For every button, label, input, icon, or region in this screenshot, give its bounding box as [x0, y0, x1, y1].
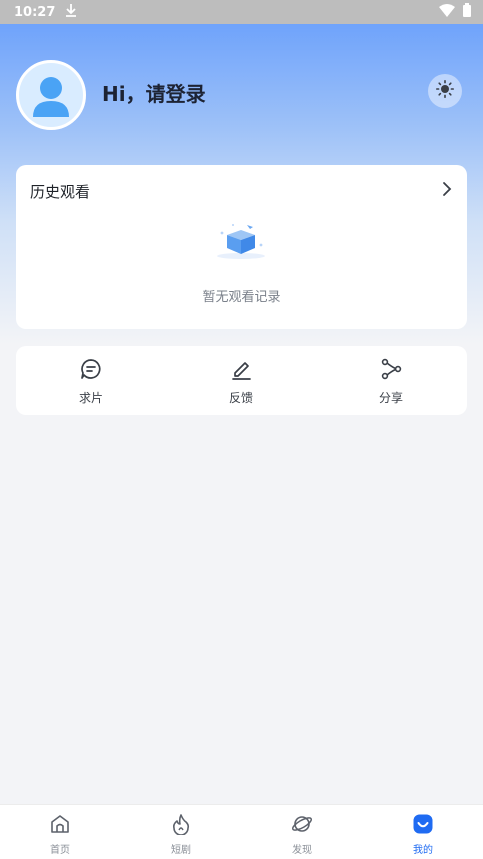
- status-time: 10:27: [14, 4, 56, 20]
- history-title[interactable]: 历史观看: [30, 181, 90, 202]
- tab-mine-label: 我的: [413, 845, 433, 856]
- battery-icon: [463, 3, 471, 21]
- sun-icon: [436, 80, 455, 102]
- bottom-tab-bar: 首页 短剧 发现 我的: [0, 804, 483, 859]
- home-icon: [49, 813, 71, 839]
- tab-mine[interactable]: 我的: [393, 813, 453, 856]
- profile-smile-icon: [412, 813, 434, 839]
- wifi-icon: [439, 3, 455, 21]
- share-button[interactable]: 分享: [351, 358, 431, 406]
- tab-discover[interactable]: 发现: [272, 813, 332, 856]
- tab-short-drama-label: 短剧: [171, 845, 191, 856]
- request-movie-button[interactable]: 求片: [51, 358, 131, 406]
- user-avatar-icon[interactable]: [16, 60, 86, 130]
- chat-request-icon: [80, 358, 102, 384]
- share-icon: [380, 358, 402, 384]
- feedback-label: 反馈: [228, 391, 253, 405]
- tab-short-drama[interactable]: 短剧: [151, 813, 211, 856]
- share-label: 分享: [378, 391, 403, 405]
- request-movie-label: 求片: [78, 391, 103, 405]
- login-prompt[interactable]: Hi，请登录: [102, 78, 206, 107]
- history-card: 历史观看 暂无观看记录: [16, 165, 467, 329]
- flame-icon: [170, 813, 192, 839]
- empty-box-illustration: [213, 221, 269, 265]
- pencil-icon: [230, 358, 252, 384]
- tab-home[interactable]: 首页: [30, 813, 90, 856]
- status-bar: 10:27: [0, 0, 483, 24]
- tab-discover-label: 发现: [292, 845, 312, 856]
- empty-history-text: 暂无观看记录: [202, 290, 281, 305]
- feedback-button[interactable]: 反馈: [201, 358, 281, 406]
- actions-card: 求片 反馈 分享: [16, 346, 467, 415]
- tab-home-label: 首页: [50, 845, 70, 856]
- planet-icon: [291, 813, 313, 839]
- theme-toggle-button[interactable]: [428, 74, 462, 108]
- download-icon: [65, 3, 77, 21]
- chevron-right-icon[interactable]: [441, 181, 453, 201]
